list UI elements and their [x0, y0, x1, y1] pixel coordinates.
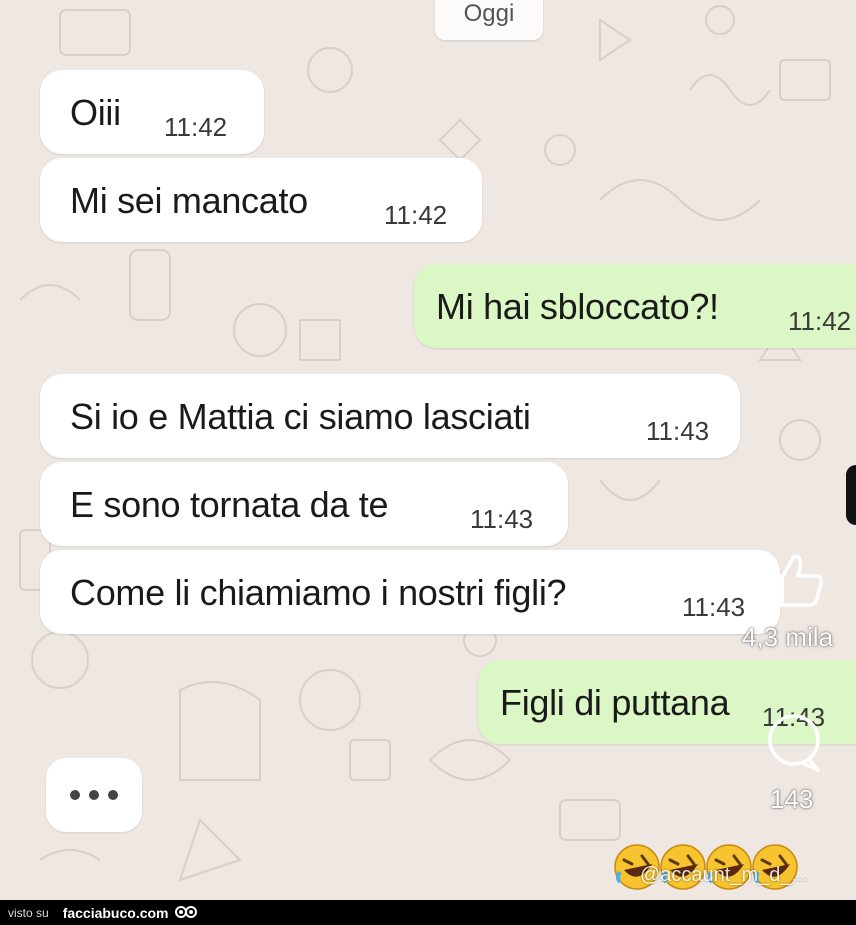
date-separator: Oggi	[435, 0, 543, 40]
message-text: Oiii	[70, 92, 121, 133]
message-text: E sono tornata da te	[70, 484, 389, 525]
message-text: Figli di puttana	[500, 682, 730, 723]
message-bubble[interactable]: Come li chiamiamo i nostri figli? 11:43	[40, 550, 780, 634]
message-text: Mi sei mancato	[70, 180, 308, 221]
typing-dot	[89, 790, 99, 800]
typing-indicator	[46, 758, 142, 832]
site-logo-icon	[174, 905, 197, 918]
message-bubble[interactable]: E sono tornata da te 11:43	[40, 462, 568, 546]
typing-dot	[70, 790, 80, 800]
like-count: 4,3 mila	[742, 622, 834, 652]
site-name[interactable]: facciabuco.com	[63, 905, 169, 921]
message-bubble[interactable]: Oiii 11:42	[40, 70, 264, 154]
like-button[interactable]	[764, 548, 826, 610]
message-time: 11:42	[384, 200, 448, 230]
message-bubble[interactable]: Mi hai sbloccato?! 11:42	[414, 264, 856, 348]
comment-button[interactable]	[764, 712, 826, 774]
comment-count: 143	[770, 784, 814, 814]
message-time: 11:42	[788, 306, 852, 336]
thumbs-up-icon	[768, 554, 823, 607]
typing-dot	[108, 790, 118, 800]
creator-handle[interactable]: @accaunt_m_d_...	[640, 864, 808, 887]
message-time: 11:43	[682, 592, 746, 622]
footer-bar: visto su facciabuco.com	[0, 900, 856, 925]
message-text: Mi hai sbloccato?!	[436, 286, 719, 327]
message-text: Come li chiamiamo i nostri figli?	[70, 572, 567, 613]
message-time: 11:42	[164, 112, 228, 142]
message-text: Si io e Mattia ci siamo lasciati	[70, 396, 531, 437]
message-time: 11:43	[470, 504, 534, 534]
message-bubble[interactable]: Si io e Mattia ci siamo lasciati 11:43	[40, 374, 740, 458]
message-bubble[interactable]: Mi sei mancato 11:42	[40, 158, 482, 242]
screen-edge	[846, 465, 856, 525]
message-time: 11:43	[646, 416, 710, 446]
seen-on-label: visto su	[8, 905, 49, 920]
comment-bubble-icon	[768, 714, 820, 772]
